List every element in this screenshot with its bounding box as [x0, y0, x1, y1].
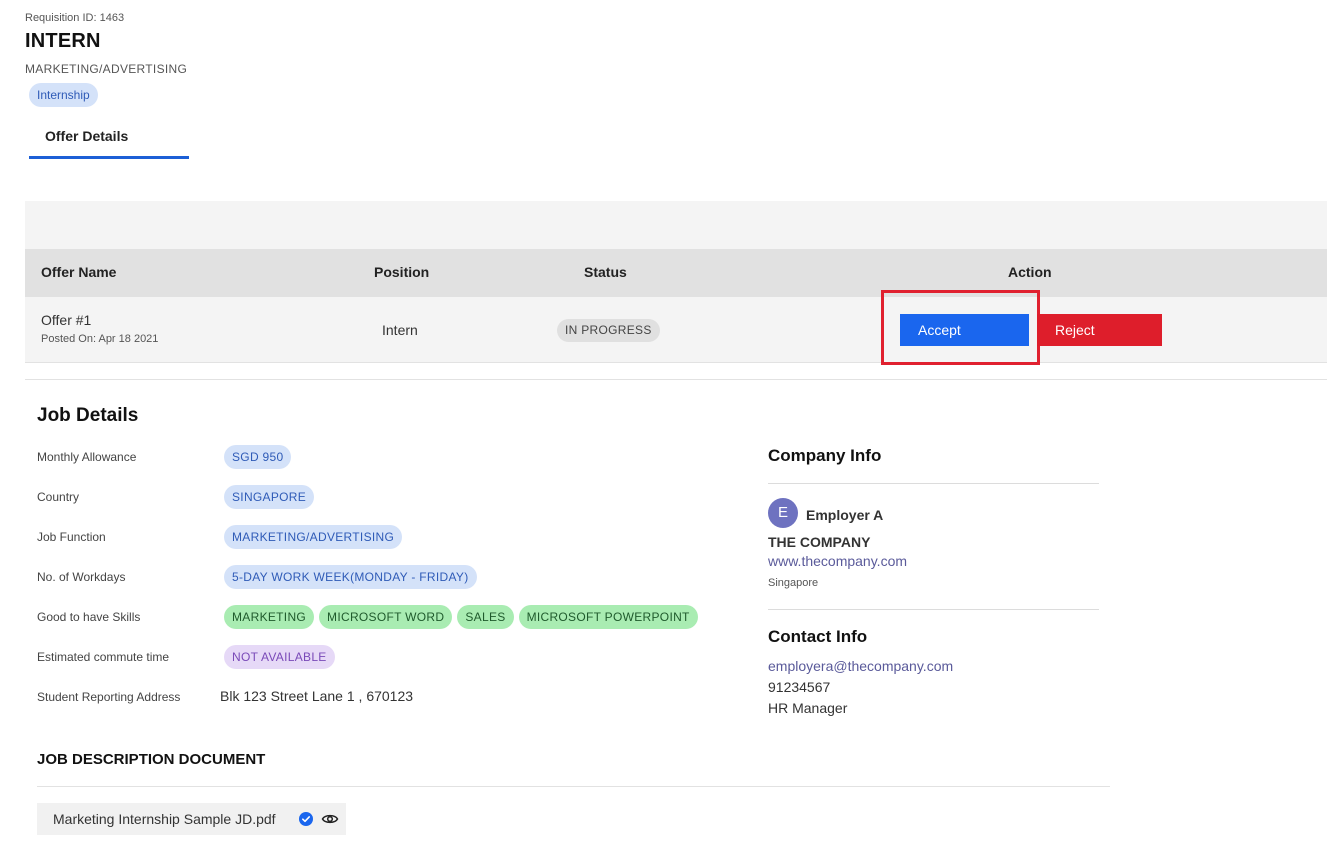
field-label-country: Country: [37, 490, 80, 504]
section-divider: [25, 379, 1327, 380]
column-header-status: Status: [584, 264, 627, 280]
accept-button[interactable]: Accept: [900, 314, 1029, 346]
skill-chip: MICROSOFT WORD: [319, 605, 453, 629]
skill-chip: MICROSOFT POWERPOINT: [518, 605, 698, 629]
country-chips: SINGAPORE: [224, 485, 315, 509]
country-chip: SINGAPORE: [224, 485, 315, 509]
contact-role: HR Manager: [768, 700, 848, 716]
company-info-title: Company Info: [768, 446, 882, 465]
offer-page: Requisition ID: 1463 INTERN MARKETING/AD…: [0, 0, 1343, 845]
commute-chips: NOT AVAILABLE: [224, 645, 335, 669]
job-category: MARKETING/ADVERTISING: [25, 62, 188, 76]
offer-name: Offer #1: [41, 312, 92, 328]
column-header-position: Position: [374, 264, 430, 280]
company-website-link[interactable]: www.thecompany.com: [768, 553, 907, 569]
field-label-commute: Estimated commute time: [37, 650, 170, 664]
skill-chip: SALES: [457, 605, 514, 629]
allowance-chip: SGD 950: [224, 445, 292, 469]
skill-chip: MARKETING: [224, 605, 315, 629]
company-location: Singapore: [768, 577, 819, 589]
table-row: Offer #1 Posted On: Apr 18 2021 Intern I…: [25, 290, 1327, 365]
job-details-title: Job Details: [37, 405, 139, 426]
requisition-id: Requisition ID: 1463: [25, 12, 125, 24]
job-description-title: JOB DESCRIPTION DOCUMENT: [37, 751, 266, 768]
field-label-workdays: No. of Workdays: [37, 570, 126, 584]
contact-info-divider: [768, 609, 1099, 610]
document-file-name: Marketing Internship Sample JD.pdf: [53, 811, 276, 827]
field-label-skills: Good to have Skills: [37, 610, 141, 624]
skills-chips: MARKETING MICROSOFT WORD SALES MICROSOFT…: [224, 605, 698, 629]
page-title: INTERN: [25, 30, 101, 52]
document-file-item[interactable]: Marketing Internship Sample JD.pdf: [37, 803, 346, 835]
company-info-divider: [768, 483, 1099, 484]
tab-active-indicator: [29, 156, 189, 159]
job-function-chip: MARKETING/ADVERTISING: [224, 525, 403, 549]
check-circle-icon: [299, 812, 313, 826]
contact-info-title: Contact Info: [768, 627, 868, 646]
avatar: E: [768, 498, 798, 528]
reject-button[interactable]: Reject: [1037, 314, 1162, 346]
contact-email-link[interactable]: employera@thecompany.com: [768, 658, 953, 674]
field-label-address: Student Reporting Address: [37, 690, 181, 704]
commute-chip: NOT AVAILABLE: [224, 645, 335, 669]
eye-icon[interactable]: [321, 811, 339, 827]
table-toolbar: [25, 201, 1327, 249]
tab-label: Offer Details: [45, 128, 129, 144]
status-badge: IN PROGRESS: [557, 319, 660, 342]
job-type-chip: Internship: [29, 83, 98, 107]
monthly-allowance-chips: SGD 950: [224, 445, 292, 469]
offer-position: Intern: [382, 322, 418, 338]
field-label-monthly-allowance: Monthly Allowance: [37, 450, 137, 464]
workdays-chip: 5-DAY WORK WEEK(MONDAY - FRIDAY): [224, 565, 477, 589]
reporting-address: Blk 123 Street Lane 1 , 670123: [220, 688, 414, 704]
workdays-chips: 5-DAY WORK WEEK(MONDAY - FRIDAY): [224, 565, 477, 589]
employer-name: Employer A: [806, 507, 884, 523]
column-header-offer-name: Offer Name: [41, 264, 117, 280]
tab-offer-details[interactable]: Offer Details: [29, 118, 189, 159]
field-label-job-function: Job Function: [37, 530, 106, 544]
company-name: THE COMPANY: [768, 534, 871, 550]
offer-posted-date: Posted On: Apr 18 2021: [41, 333, 159, 345]
column-header-action: Action: [1008, 264, 1052, 280]
contact-phone: 91234567: [768, 679, 831, 695]
table-header: Offer Name Position Status Action: [25, 249, 1327, 297]
doc-divider: [37, 786, 1110, 787]
job-function-chips: MARKETING/ADVERTISING: [224, 525, 403, 549]
